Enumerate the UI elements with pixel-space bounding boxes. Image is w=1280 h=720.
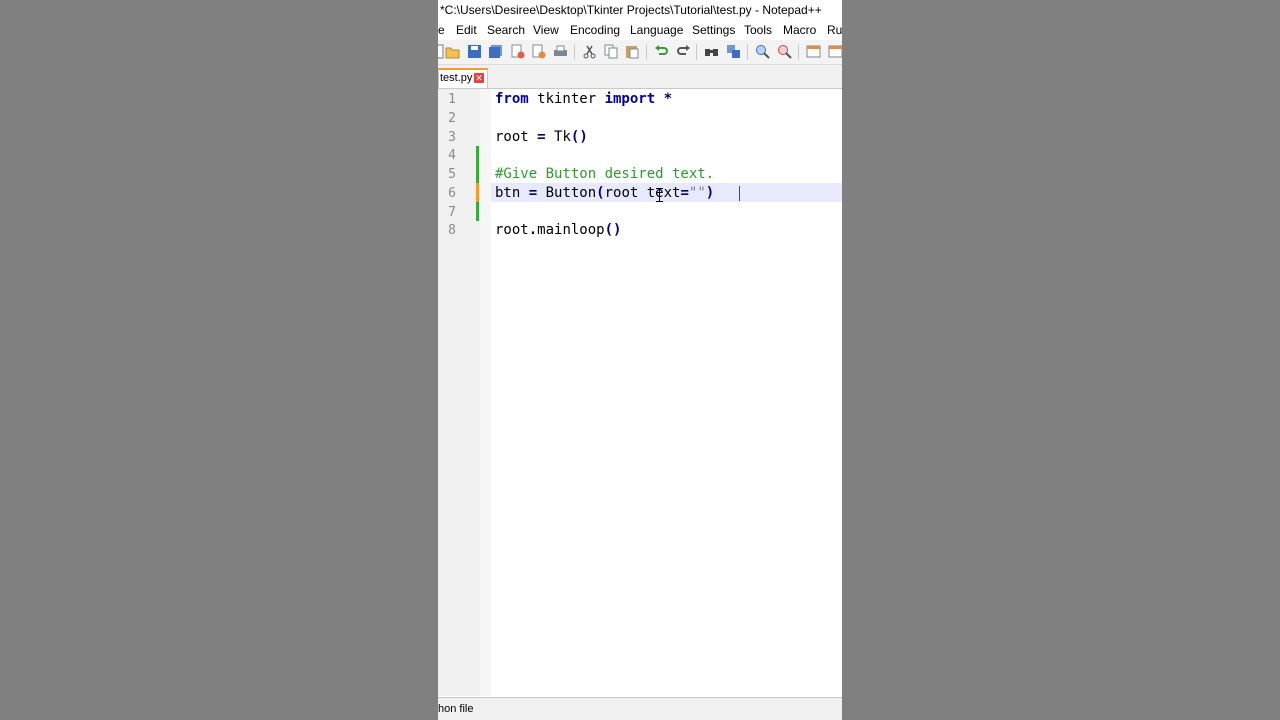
line-number: 5 (448, 167, 456, 182)
menu-run[interactable]: Ru (827, 21, 842, 40)
operator: * (655, 91, 673, 107)
zoom-out-icon[interactable] (777, 44, 792, 59)
line-number: 1 (448, 92, 456, 107)
code-line-5: #Give Button desired text. (495, 165, 714, 184)
change-marker (476, 146, 479, 183)
tab-test-py[interactable]: test.py ✕ (438, 68, 488, 88)
toolbar-separator (798, 44, 799, 60)
keyword: from (495, 91, 529, 107)
save-all-icon[interactable] (488, 44, 503, 59)
change-marker (476, 202, 479, 221)
window-title: *C:\Users\Desiree\Desktop\Tkinter Projec… (438, 0, 842, 21)
code-line-1: from tkinter import * (495, 90, 672, 109)
identifier: Tk (545, 129, 571, 145)
identifier: btn (495, 185, 529, 201)
operator: = (537, 129, 546, 145)
menu-edit[interactable]: Edit (456, 21, 477, 40)
menu-settings[interactable]: Settings (692, 21, 735, 40)
operator: ( (596, 185, 605, 201)
code-line-8: root.mainloop() (495, 221, 621, 240)
keyword: import (604, 91, 656, 107)
line-number: 4 (448, 148, 456, 163)
fold-margin (480, 89, 491, 696)
operator: . (528, 222, 538, 238)
code-line-3: root = Tk() (495, 128, 588, 147)
operator: = (528, 185, 538, 201)
tab-bar: test.py ✕ (438, 65, 842, 89)
zoom-in-icon[interactable] (755, 44, 770, 59)
sync-scroll-icon[interactable] (806, 44, 821, 59)
line-number-gutter: 1 2 3 4 5 6 7 8 (438, 89, 480, 696)
text-caret (739, 186, 740, 201)
notepadpp-window: *C:\Users\Desiree\Desktop\Tkinter Projec… (438, 0, 842, 720)
operator: () (570, 129, 588, 145)
save-icon[interactable] (467, 44, 482, 59)
operator: ) (705, 185, 715, 201)
undo-icon[interactable] (654, 44, 669, 59)
paste-icon[interactable] (625, 44, 640, 59)
toolbar-separator (574, 44, 575, 60)
menu-bar: e Edit Search View Encoding Language Set… (438, 21, 842, 40)
word-wrap-icon[interactable] (828, 44, 842, 59)
code-editor[interactable]: 1 2 3 4 5 6 7 8 from tkinter import * ro… (438, 89, 842, 696)
menu-encoding[interactable]: Encoding (570, 21, 620, 40)
status-file-type: hon file (438, 703, 474, 715)
toolbar-separator (646, 44, 647, 60)
operator: = (680, 185, 689, 201)
redo-icon[interactable] (676, 44, 691, 59)
replace-icon[interactable] (726, 44, 741, 59)
line-number: 6 (448, 186, 456, 201)
open-file-icon[interactable] (445, 44, 460, 59)
change-marker-current (476, 183, 479, 202)
line-number: 2 (448, 111, 456, 126)
identifier: mainloop (537, 222, 605, 238)
tab-label: test.py (440, 72, 473, 84)
close-tab-icon[interactable]: ✕ (474, 73, 484, 83)
identifier: Button (537, 185, 597, 201)
line-number: 7 (448, 205, 456, 220)
line-number: 3 (448, 130, 456, 145)
copy-icon[interactable] (604, 44, 619, 59)
ibeam-cursor-icon (656, 188, 663, 202)
menu-view[interactable]: View (533, 21, 559, 40)
menu-search[interactable]: Search (487, 21, 525, 40)
identifier: root (495, 129, 538, 145)
line-number: 8 (448, 223, 456, 238)
menu-language[interactable]: Language (630, 21, 683, 40)
cut-icon[interactable] (582, 44, 597, 59)
menu-tools[interactable]: Tools (744, 21, 772, 40)
string-literal: "" (688, 185, 706, 201)
operator: () (604, 222, 622, 238)
comment: #Give Button desired text. (495, 166, 715, 182)
close-all-icon[interactable] (531, 44, 546, 59)
status-bar: hon file (438, 697, 842, 720)
code-line-6: btn = Button(root text="") (495, 184, 714, 203)
close-icon[interactable] (510, 44, 525, 59)
identifier: tkinter (528, 91, 605, 107)
toolbar-separator (747, 44, 748, 60)
print-icon[interactable] (553, 44, 568, 59)
toolbar (438, 40, 842, 65)
find-icon[interactable] (704, 44, 719, 59)
menu-macro[interactable]: Macro (783, 21, 816, 40)
identifier: root (604, 185, 639, 201)
toolbar-separator (696, 44, 697, 60)
menu-file[interactable]: e (438, 21, 445, 40)
identifier: root (495, 222, 529, 238)
